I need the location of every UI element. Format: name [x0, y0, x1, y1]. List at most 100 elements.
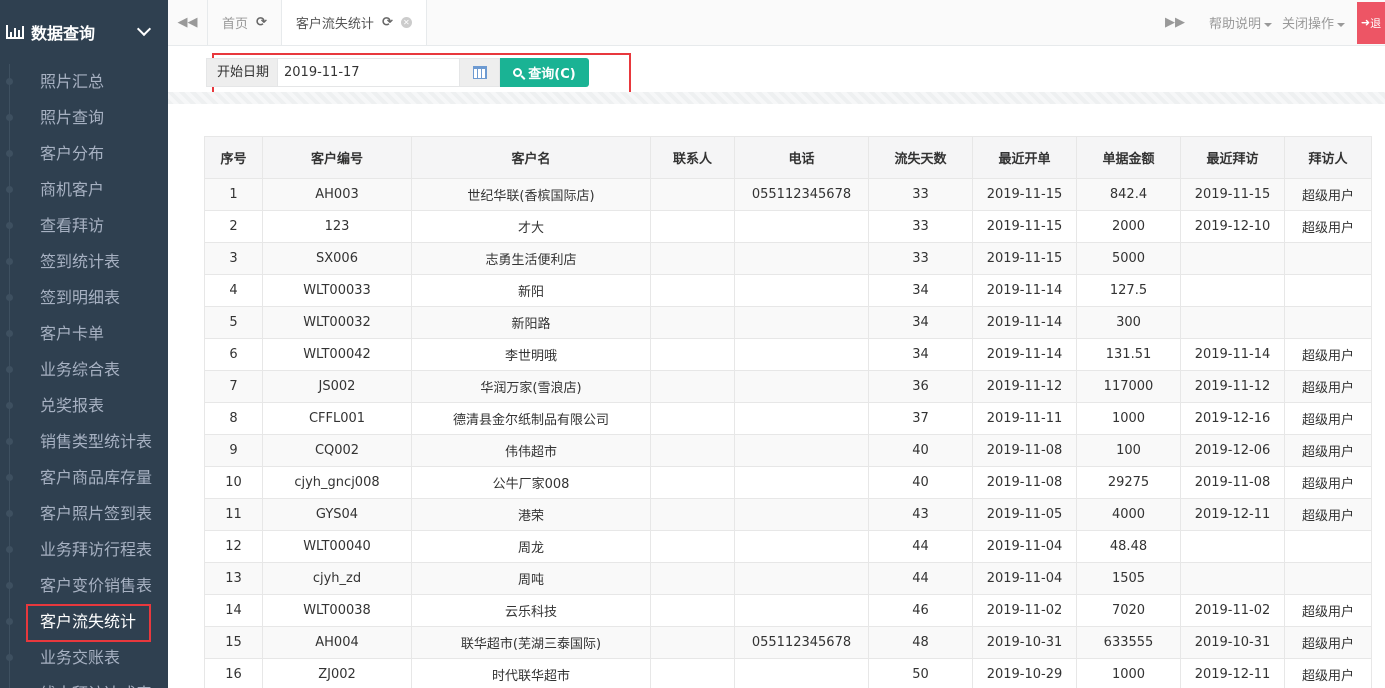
table-cell: 33 [868, 210, 973, 243]
table-row[interactable]: 16 ZJ002 时代联华超市 50 2019-10-29 1000 2019-12-11 超… [204, 658, 1372, 688]
table-cell: 37 [868, 402, 973, 435]
sidebar-item[interactable]: 查看拜访 [0, 208, 168, 244]
table-row[interactable]: 8 CFFL001 德清县金尔纸制品有限公司 37 2019-11-11 1000 2019… [204, 402, 1372, 435]
sidebar-item[interactable]: 兑奖报表 [0, 388, 168, 424]
table-cell: 德清县金尔纸制品有限公司 [411, 402, 651, 435]
tab-scroll-left-button[interactable]: ◀◀ [168, 0, 208, 45]
sidebar-item[interactable]: 签到明细表 [0, 280, 168, 316]
table-row[interactable]: 4 WLT00033 新阳 34 2019-11-14 127.5 [204, 274, 1372, 307]
column-header[interactable]: 客户名 [411, 136, 651, 179]
table-row[interactable]: 7 JS002 华润万家(雪浪店) 36 2019-11-12 117000 2019-11… [204, 370, 1372, 403]
close-icon[interactable]: ✕ [400, 17, 412, 28]
table-cell: 超级用户 [1284, 338, 1372, 371]
table-row[interactable]: 13 cjyh_zd 周吨 44 2019-11-04 1505 [204, 562, 1372, 595]
column-header[interactable]: 流失天数 [868, 136, 973, 179]
nav-dot-icon [6, 546, 13, 553]
column-header[interactable]: 单据金额 [1076, 136, 1181, 179]
chevron-down-icon [136, 21, 152, 37]
table-cell: 842.4 [1076, 178, 1181, 211]
table-row[interactable]: 15 AH004 联华超市(芜湖三泰国际) 055112345678 48 2019-10… [204, 626, 1372, 659]
table-cell: WLT00040 [262, 530, 412, 563]
nav-dot-icon [6, 366, 13, 373]
table-cell: 055112345678 [734, 178, 869, 211]
sidebar-item[interactable]: 商机客户 [0, 172, 168, 208]
sidebar-item[interactable]: 照片汇总 [0, 64, 168, 100]
table-cell: 港荣 [411, 498, 651, 531]
table-cell: 5 [204, 306, 263, 339]
table-cell: 34 [868, 338, 973, 371]
sidebar-item[interactable]: 客户卡单 [0, 316, 168, 352]
sidebar-item-label: 业务拜访行程表 [40, 540, 153, 559]
sidebar-item-label: 销售类型统计表 [40, 432, 153, 451]
sidebar-item[interactable]: 客户变价销售表 [0, 568, 168, 604]
column-header[interactable]: 最近拜访 [1180, 136, 1285, 179]
sidebar-nav-list: 照片汇总 照片查询 客户分布商机客户查看拜访 签到统计表 签到明细表 客户卡单 业务综合表兑… [0, 64, 168, 688]
sidebar-item[interactable]: 线未拜访达成表 [0, 676, 168, 688]
double-right-icon[interactable]: ▶▶ [1165, 15, 1199, 30]
table-cell: 2019-10-31 [972, 626, 1077, 659]
column-header[interactable]: 拜访人 [1284, 136, 1372, 179]
table-cell [734, 594, 869, 627]
close-operations-dropdown[interactable]: 关闭操作 [1282, 13, 1345, 32]
column-header[interactable]: 最近开单 [972, 136, 1077, 179]
table-row[interactable]: 14 WLT00038 云乐科技 46 2019-11-02 7020 2019-11-02… [204, 594, 1372, 627]
table-cell [1284, 562, 1372, 595]
sidebar-item[interactable]: 业务交账表 [0, 640, 168, 676]
exit-button[interactable]: ➜ 退 [1357, 1, 1385, 44]
sidebar-item[interactable]: 业务拜访行程表 [0, 532, 168, 568]
sidebar-item[interactable]: 客户分布 [0, 136, 168, 172]
table-cell [1284, 530, 1372, 563]
query-button[interactable]: 查询(C) [500, 58, 590, 87]
tab-current-label: 客户流失统计 [295, 17, 374, 32]
sidebar-item[interactable]: 销售类型统计表 [0, 424, 168, 460]
tab-home[interactable]: 首页 ⟳ [208, 0, 282, 45]
sidebar-section-header[interactable]: 数据查询 [0, 0, 168, 64]
table-row[interactable]: 5 WLT00032 新阳路 34 2019-11-14 300 [204, 306, 1372, 339]
sidebar-item[interactable]: 签到统计表 [0, 244, 168, 280]
sidebar-item-label: 商机客户 [40, 180, 105, 199]
column-header[interactable]: 联系人 [650, 136, 735, 179]
table-cell: 3 [204, 242, 263, 275]
table-cell: 2019-11-04 [972, 562, 1077, 595]
table-cell: 2019-11-15 [972, 178, 1077, 211]
table-row[interactable]: 12 WLT00040 周龙 44 2019-11-04 48.48 [204, 530, 1372, 563]
table-row[interactable]: 1 AH003 世纪华联(香槟国际店) 055112345678 33 2019-11-1… [204, 178, 1372, 211]
table-row[interactable]: 3 SX006 志勇生活便利店 33 2019-11-15 5000 [204, 242, 1372, 275]
sidebar-item[interactable]: 客户商品库存量 [0, 460, 168, 496]
column-header[interactable]: 客户编号 [262, 136, 412, 179]
table-cell: 华润万家(雪浪店) [411, 370, 651, 403]
sidebar-item[interactable]: 客户流失统计 [0, 604, 168, 642]
nav-dot-icon [6, 582, 13, 589]
table-cell: 7 [204, 370, 263, 403]
table-cell: 055112345678 [734, 626, 869, 659]
column-header[interactable]: 电话 [734, 136, 869, 179]
table-cell: 44 [868, 562, 973, 595]
table-cell: 127.5 [1076, 274, 1181, 307]
table-row[interactable]: 2 123 才大 33 2019-11-15 2000 2019-12-10 超级用户 [204, 210, 1372, 243]
table-cell: 4 [204, 274, 263, 307]
table-cell: 2019-11-08 [972, 434, 1077, 467]
table-row[interactable]: 6 WLT00042 李世明哦 34 2019-11-14 131.51 2019-11-1… [204, 338, 1372, 371]
start-date-input[interactable] [278, 58, 461, 87]
table-row[interactable]: 11 GYS04 港荣 43 2019-11-05 4000 2019-12-11 超级用户 [204, 498, 1372, 531]
table-cell [1284, 306, 1372, 339]
sidebar-item[interactable]: 客户照片签到表 [0, 496, 168, 532]
table-cell: 34 [868, 306, 973, 339]
table-row[interactable]: 10 cjyh_gncj008 公牛厂家008 40 2019-11-08 29275 20… [204, 466, 1372, 499]
table-row[interactable]: 9 CQ002 伟伟超市 40 2019-11-08 100 2019-12-06 超级用户 [204, 434, 1372, 467]
table-cell: 2019-12-06 [1180, 434, 1285, 467]
sidebar-item[interactable]: 业务综合表 [0, 352, 168, 388]
calendar-button[interactable] [460, 58, 501, 87]
table-cell: 1505 [1076, 562, 1181, 595]
table-cell: 2019-12-16 [1180, 402, 1285, 435]
sidebar-item[interactable]: 照片查询 [0, 100, 168, 136]
sidebar-section-title: 数据查询 [31, 24, 96, 43]
refresh-icon[interactable]: ⟳ [382, 15, 393, 30]
help-dropdown[interactable]: 帮助说明 [1209, 13, 1272, 32]
refresh-icon[interactable]: ⟳ [256, 15, 267, 30]
column-header[interactable]: 序号 [204, 136, 263, 179]
start-date-label: 开始日期 [206, 58, 279, 87]
table-cell [650, 306, 735, 339]
table-cell: 40 [868, 434, 973, 467]
tab-customer-churn[interactable]: 客户流失统计 ⟳ ✕ [281, 0, 427, 45]
